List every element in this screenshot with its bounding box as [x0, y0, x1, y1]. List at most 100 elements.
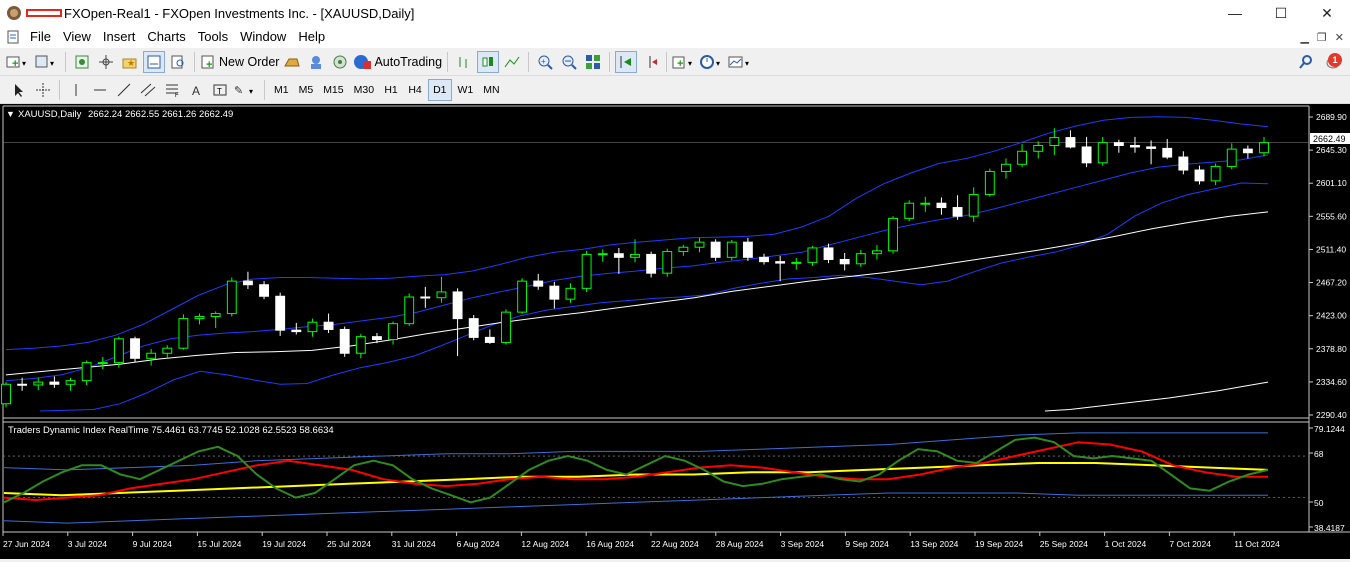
- new-order-button[interactable]: + New Order: [200, 51, 279, 73]
- bar-chart-button[interactable]: [453, 51, 475, 73]
- terminal-button[interactable]: [143, 50, 165, 73]
- candle-body: [759, 256, 769, 263]
- candle-body: [307, 321, 318, 333]
- mdi-minimize-icon[interactable]: ▁: [1300, 31, 1308, 44]
- indicators-icon: + ▾: [672, 56, 692, 70]
- price-chart[interactable]: 2689.90 2645.30 2601.10 2555.60 2511.40 2467.…: [0, 104, 1350, 559]
- fibonacci-button[interactable]: F: [161, 79, 183, 101]
- templates-button[interactable]: ▾: [728, 51, 754, 73]
- candle-body: [936, 202, 947, 209]
- chart-window[interactable]: 2689.90 2645.30 2601.10 2555.60 2511.40 2467.…: [0, 104, 1350, 559]
- price-tick-label: 2555.60: [1316, 211, 1347, 221]
- candle-body: [726, 241, 737, 258]
- candlestick-icon: [482, 56, 494, 66]
- menu-insert[interactable]: Insert: [97, 26, 142, 48]
- cursor-button[interactable]: [8, 79, 30, 101]
- vertical-line-button[interactable]: [65, 79, 87, 101]
- title-bar: FXOpen-Real1 - FXOpen Investments Inc. -…: [0, 0, 1350, 26]
- timeframe-h4[interactable]: H4: [404, 79, 426, 101]
- zoom-out-button[interactable]: [558, 51, 580, 73]
- market-watch-button[interactable]: [71, 51, 93, 73]
- periods-button[interactable]: ▾: [700, 51, 726, 73]
- timeframe-m5[interactable]: M5: [295, 79, 318, 101]
- timeframe-mn[interactable]: MN: [479, 79, 503, 101]
- crosshair-button[interactable]: [32, 79, 54, 101]
- horizontal-line-button[interactable]: [89, 79, 111, 101]
- mdi-restore-icon[interactable]: ❐: [1317, 31, 1327, 44]
- candle-body: [1097, 142, 1108, 164]
- price-tick-label: 2511.40: [1316, 244, 1346, 254]
- maximize-button[interactable]: ☐: [1258, 0, 1304, 26]
- candle-body: [97, 362, 108, 365]
- candle-body: [823, 247, 834, 260]
- indicators-button[interactable]: + ▾: [672, 51, 698, 73]
- new-chart-button[interactable]: + ▾: [6, 51, 32, 73]
- timeframe-w1[interactable]: W1: [454, 79, 478, 101]
- chat-button[interactable]: [329, 51, 351, 73]
- candle-body: [1049, 137, 1060, 147]
- timeframe-m1[interactable]: M1: [270, 79, 293, 101]
- data-window-button[interactable]: [95, 51, 117, 73]
- autotrading-button[interactable]: AutoTrading: [353, 51, 442, 73]
- candle-body: [565, 287, 576, 300]
- tile-windows-button[interactable]: [582, 51, 604, 73]
- navigator-button[interactable]: ★: [119, 51, 141, 73]
- new-order-icon: +: [201, 55, 214, 70]
- arrows-button[interactable]: ✎ ▾: [233, 79, 259, 101]
- standard-toolbar: + ▾ ▾ ★ + New Order AutoTrading + + ▾ ▾ ▾: [0, 48, 1350, 76]
- menu-help[interactable]: Help: [292, 26, 331, 48]
- date-tick-label: 1 Oct 2024: [1105, 539, 1147, 549]
- indicator-tick-label: 38.4187: [1314, 523, 1345, 533]
- candlestick-button[interactable]: [477, 50, 500, 73]
- text-label-button[interactable]: T: [209, 79, 231, 101]
- timeframe-d1[interactable]: D1: [428, 78, 452, 101]
- candle-body: [1001, 163, 1011, 172]
- price-tick-label: 2645.30: [1316, 145, 1347, 155]
- arrows-icon: ✎ ▾: [234, 85, 253, 97]
- candle-body: [468, 318, 479, 338]
- svg-text:T: T: [217, 87, 222, 96]
- candle-body: [1113, 142, 1124, 147]
- signals-button[interactable]: [305, 51, 327, 73]
- timeframe-h1[interactable]: H1: [380, 79, 402, 101]
- close-button[interactable]: ✕: [1304, 0, 1350, 26]
- mdi-close-icon[interactable]: ✕: [1335, 31, 1344, 44]
- zoom-in-button[interactable]: +: [534, 51, 556, 73]
- menu-tools[interactable]: Tools: [192, 26, 234, 48]
- auto-scroll-button[interactable]: [615, 50, 638, 73]
- profiles-button[interactable]: ▾: [34, 51, 60, 73]
- menu-view[interactable]: View: [57, 26, 97, 48]
- timeframe-m15[interactable]: M15: [319, 79, 347, 101]
- strategy-tester-button[interactable]: [167, 51, 189, 73]
- trendline-button[interactable]: [113, 79, 135, 101]
- date-tick-label: 13 Sep 2024: [910, 539, 958, 549]
- candle-body: [855, 253, 866, 265]
- candle-body: [952, 207, 963, 217]
- menu-window[interactable]: Window: [234, 26, 292, 48]
- menu-charts[interactable]: Charts: [141, 26, 191, 48]
- candle-body: [742, 241, 753, 258]
- date-tick-label: 25 Sep 2024: [1040, 539, 1088, 549]
- date-tick-label: 9 Sep 2024: [845, 539, 889, 549]
- timeframe-m30[interactable]: M30: [350, 79, 378, 101]
- svg-text:▾: ▾: [716, 59, 720, 68]
- chart-shift-button[interactable]: [639, 51, 661, 73]
- antenna-icon: [333, 55, 347, 68]
- text-button[interactable]: A: [185, 79, 207, 101]
- auto-scroll-icon: [620, 55, 632, 68]
- window-title: FXOpen-Real1 - FXOpen Investments Inc. -…: [64, 5, 415, 21]
- channel-icon: [140, 83, 156, 96]
- date-tick-label: 31 Jul 2024: [392, 539, 436, 549]
- chart-collapse-icon[interactable]: ▼: [6, 109, 15, 119]
- minimize-button[interactable]: —: [1212, 0, 1258, 26]
- expert-button[interactable]: [281, 51, 303, 73]
- equidistant-channel-button[interactable]: [137, 79, 159, 101]
- svg-text:▾: ▾: [50, 59, 54, 68]
- redacted-mark: [26, 9, 62, 17]
- candle-body: [533, 280, 544, 287]
- svg-text:▾: ▾: [745, 59, 749, 68]
- search-button[interactable]: [1295, 51, 1317, 73]
- line-chart-button[interactable]: [501, 51, 523, 73]
- menu-file[interactable]: File: [24, 26, 57, 48]
- price-tick-label: 2290.40: [1316, 410, 1347, 420]
